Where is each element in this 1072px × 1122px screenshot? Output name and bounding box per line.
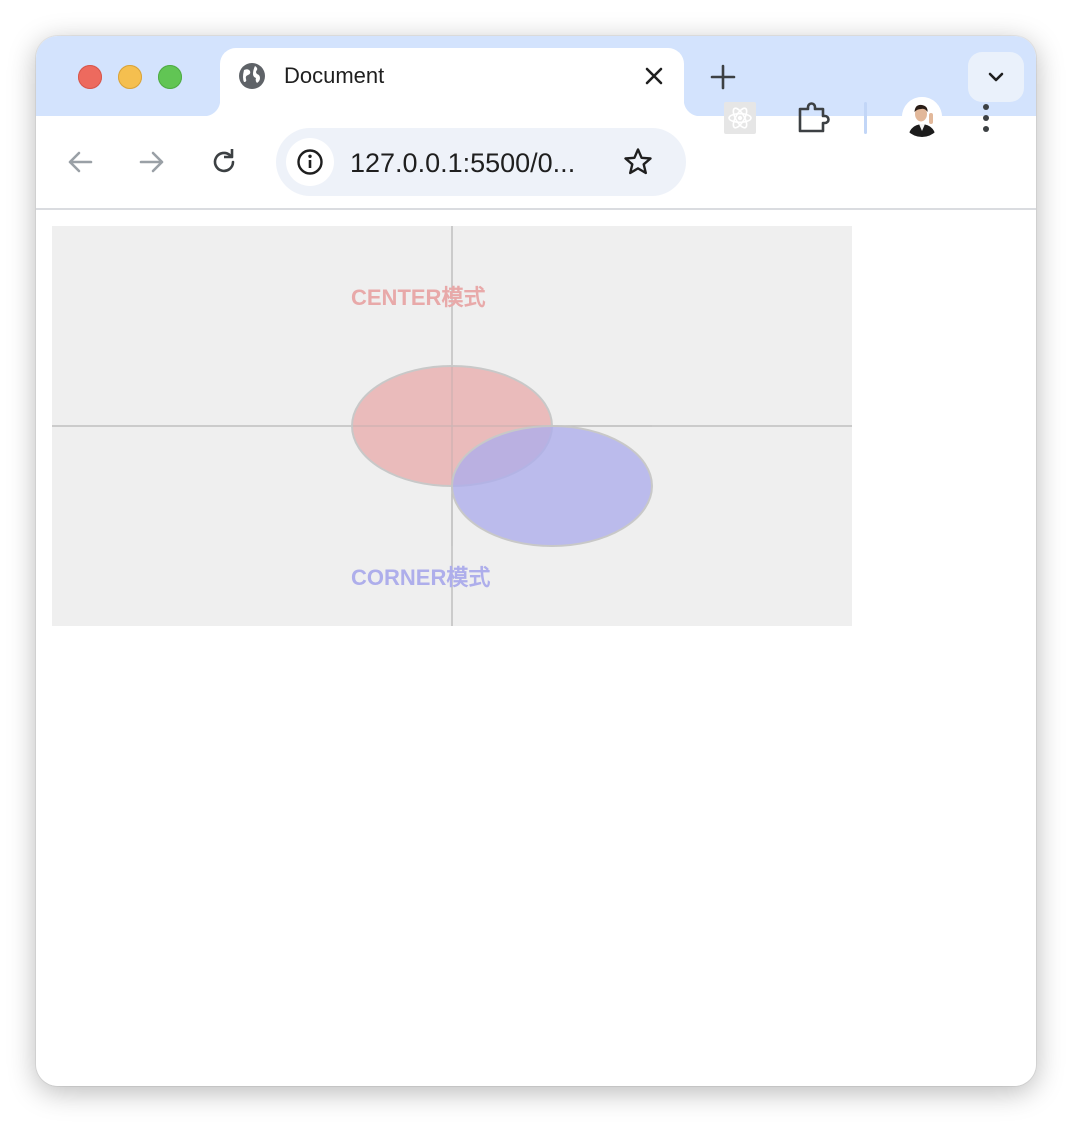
globe-icon [239, 63, 265, 89]
new-tab-plus-icon[interactable] [708, 62, 738, 92]
chevron-down-icon [988, 72, 1004, 82]
close-icon[interactable] [642, 64, 666, 88]
address-bar[interactable]: 127.0.0.1:5500/0... [276, 128, 686, 196]
page-content: CENTER模式 CORNER模式 [36, 210, 1036, 1086]
window-minimize-button[interactable] [118, 65, 142, 89]
corner-mode-label: CORNER模式 [351, 565, 490, 590]
tab-search-button[interactable] [968, 52, 1024, 102]
site-info-button[interactable] [286, 138, 334, 186]
window-close-button[interactable] [78, 65, 102, 89]
react-devtools-extension[interactable] [724, 102, 756, 134]
more-menu-icon[interactable] [980, 102, 992, 134]
navigation-toolbar: 127.0.0.1:5500/0... [36, 116, 1036, 210]
corner-mode-ellipse [451, 425, 653, 547]
bookmark-star-icon[interactable] [622, 146, 654, 178]
site-info-icon [297, 149, 323, 175]
react-devtools-icon [728, 107, 752, 129]
reload-icon[interactable] [208, 146, 240, 178]
profile-avatar[interactable] [902, 97, 942, 137]
tab-title: Document [284, 63, 385, 88]
center-mode-label: CENTER模式 [351, 285, 485, 310]
tab-strip: Document [36, 36, 1036, 116]
forward-arrow-icon[interactable] [136, 146, 168, 178]
profile-photo [902, 97, 942, 137]
browser-window: Document 127.0.0.1:5500/0... CENTER模式 CO… [36, 36, 1036, 1086]
extensions-puzzle-icon[interactable] [796, 100, 832, 136]
url-text[interactable]: 127.0.0.1:5500/0... [350, 147, 575, 179]
sketch-canvas[interactable]: CENTER模式 CORNER模式 [52, 226, 852, 626]
tab-document[interactable]: Document [204, 48, 700, 116]
toolbar-divider [864, 102, 867, 134]
back-arrow-icon[interactable] [64, 146, 96, 178]
window-maximize-button[interactable] [158, 65, 182, 89]
